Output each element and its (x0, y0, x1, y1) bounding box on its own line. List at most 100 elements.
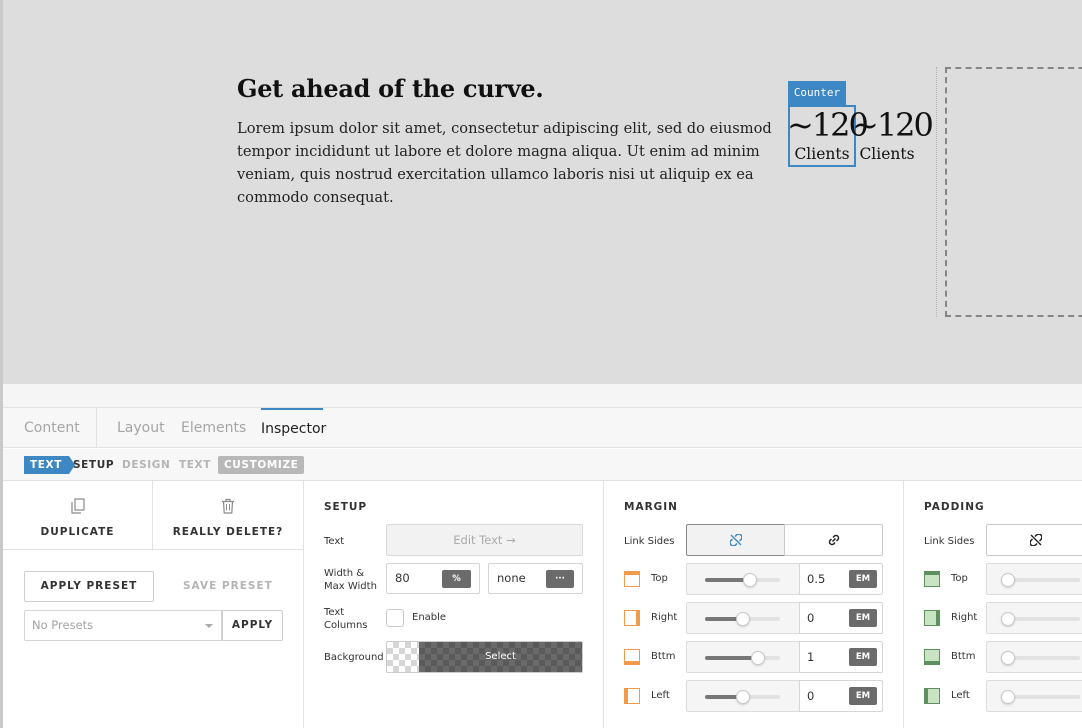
margin-right-row: Right 0 EM (624, 602, 884, 634)
width-input[interactable]: 80 % (386, 563, 480, 594)
margin-right-input[interactable]: 0 EM (799, 602, 883, 634)
tab-content[interactable]: Content (24, 408, 80, 448)
padding-right-label: Right (951, 612, 978, 623)
counter-widget[interactable]: ~120 Clients (852, 106, 934, 164)
slider-knob[interactable] (735, 690, 750, 704)
margin-left-slider[interactable] (686, 680, 799, 712)
padding-left-side-icon (924, 688, 940, 704)
margin-top-input[interactable]: 0.5 EM (799, 563, 883, 595)
hero-paragraph[interactable]: Lorem ipsum dolor sit amet, consectetur … (237, 117, 789, 209)
slider-knob[interactable] (1001, 690, 1015, 704)
preset-dropdown-value: No Presets (32, 618, 94, 632)
tab-inspector[interactable]: Inspector (261, 408, 326, 448)
margin-bottom-input[interactable]: 1 EM (799, 641, 883, 673)
hero-heading[interactable]: Get ahead of the curve. (237, 74, 544, 103)
margin-left-value: 0 (807, 689, 815, 703)
padding-section: PADDING Link Sides Top Right Bttm Left (904, 481, 1082, 728)
slider-knob[interactable] (1001, 573, 1015, 587)
crumb-text[interactable]: TEXT (179, 456, 211, 474)
delete-button[interactable]: REALLY DELETE? (153, 481, 303, 550)
padding-bottom-label: Bttm (951, 651, 976, 662)
counter-widget[interactable]: ~120 Clients (787, 106, 869, 164)
margin-title: MARGIN (624, 501, 678, 513)
tab-divider (96, 408, 97, 448)
margin-top-row: Top 0.5 EM (624, 563, 884, 595)
tab-layout[interactable]: Layout (117, 408, 165, 448)
panel-resize-strip[interactable] (3, 384, 1082, 408)
margin-unlink-toggle[interactable] (686, 524, 785, 556)
columns-field-label: Text Columns (324, 607, 368, 631)
crumb-setup[interactable]: SETUP (73, 456, 114, 474)
page-canvas: Get ahead of the curve. Lorem ipsum dolo… (0, 0, 1082, 384)
unlink-icon (1030, 534, 1042, 546)
padding-bottom-slider[interactable] (986, 641, 1082, 673)
padding-left-slider[interactable] (986, 680, 1082, 712)
setup-title: SETUP (324, 501, 368, 513)
background-field-label: Background (324, 652, 384, 663)
slider-knob[interactable] (1001, 651, 1015, 665)
link-icon (828, 534, 839, 546)
padding-right-row: Right (924, 602, 1082, 634)
crumb-text-element[interactable]: TEXT (24, 456, 75, 474)
apply-preset-button[interactable]: APPLY PRESET (24, 571, 154, 602)
counter-label: Clients (794, 145, 850, 163)
margin-left-input[interactable]: 0 EM (799, 680, 883, 712)
margin-bottom-label: Bttm (651, 651, 676, 662)
selected-element-tag: Counter (788, 81, 846, 105)
margin-bottom-row: Bttm 1 EM (624, 641, 884, 673)
margin-link-sides-label: Link Sides (624, 536, 675, 547)
tab-elements[interactable]: Elements (181, 408, 246, 448)
duplicate-label: DUPLICATE (40, 526, 115, 538)
margin-link-toggle[interactable] (784, 524, 883, 556)
margin-left-row: Left 0 EM (624, 680, 884, 712)
margin-top-side-icon (624, 571, 640, 587)
slider-knob[interactable] (750, 651, 765, 665)
crumb-customize[interactable]: CUSTOMIZE (218, 456, 305, 474)
slider-knob[interactable] (743, 573, 757, 587)
margin-bottom-value: 1 (807, 650, 815, 664)
padding-left-row: Left (924, 680, 1082, 712)
delete-label: REALLY DELETE? (172, 526, 284, 538)
padding-right-slider[interactable] (986, 602, 1082, 634)
padding-unlink-toggle[interactable] (986, 524, 1082, 556)
slider-fill (705, 656, 758, 660)
width-value: 80 (395, 571, 410, 585)
preset-dropdown[interactable]: No Presets (24, 610, 222, 641)
chevron-down-icon (205, 624, 213, 628)
max-width-input[interactable]: none ··· (488, 563, 583, 594)
padding-right-side-icon (924, 610, 940, 626)
padding-top-slider[interactable] (986, 563, 1082, 595)
margin-top-slider[interactable] (686, 563, 799, 595)
background-select-label: Select (419, 642, 582, 672)
text-field-label: Text (324, 536, 345, 547)
slider-knob[interactable] (735, 612, 750, 626)
margin-left-unit-button[interactable]: EM (849, 687, 877, 705)
margin-bottom-slider[interactable] (686, 641, 799, 673)
empty-drop-zone[interactable] (945, 67, 1082, 317)
save-preset-button[interactable]: SAVE PRESET (183, 580, 273, 592)
apply-button[interactable]: APPLY (222, 610, 283, 641)
editor-panel: Content Layout Elements Inspector TEXT S… (0, 384, 1082, 728)
slider-knob[interactable] (1001, 612, 1015, 626)
edit-text-button[interactable]: Edit Text → (386, 524, 583, 556)
columns-enable-checkbox[interactable] (386, 609, 404, 627)
margin-bottom-side-icon (624, 649, 640, 665)
margin-right-side-icon (624, 610, 640, 626)
setup-section: SETUP Text Edit Text → Width & Max Width… (304, 481, 604, 728)
margin-bottom-unit-button[interactable]: EM (849, 648, 877, 666)
max-width-unit-button[interactable]: ··· (546, 570, 574, 588)
margin-right-label: Right (651, 612, 678, 623)
crumb-design[interactable]: DESIGN (122, 456, 170, 474)
margin-right-slider[interactable] (686, 602, 799, 634)
margin-top-unit-button[interactable]: EM (849, 570, 877, 588)
padding-bottom-side-icon (924, 649, 940, 665)
margin-section: MARGIN Link Sides Top 0.5 EM Right 0 EM … (604, 481, 904, 728)
actions-section: DUPLICATE REALLY DELETE? APPLY PRESET SA… (3, 481, 304, 728)
padding-top-label: Top (951, 573, 968, 584)
duplicate-button[interactable]: DUPLICATE (3, 481, 153, 550)
margin-right-unit-button[interactable]: EM (849, 609, 877, 627)
column-guide (936, 67, 937, 317)
width-unit-button[interactable]: % (442, 570, 471, 588)
unlink-icon (729, 534, 742, 546)
background-select[interactable]: Select (386, 641, 583, 673)
